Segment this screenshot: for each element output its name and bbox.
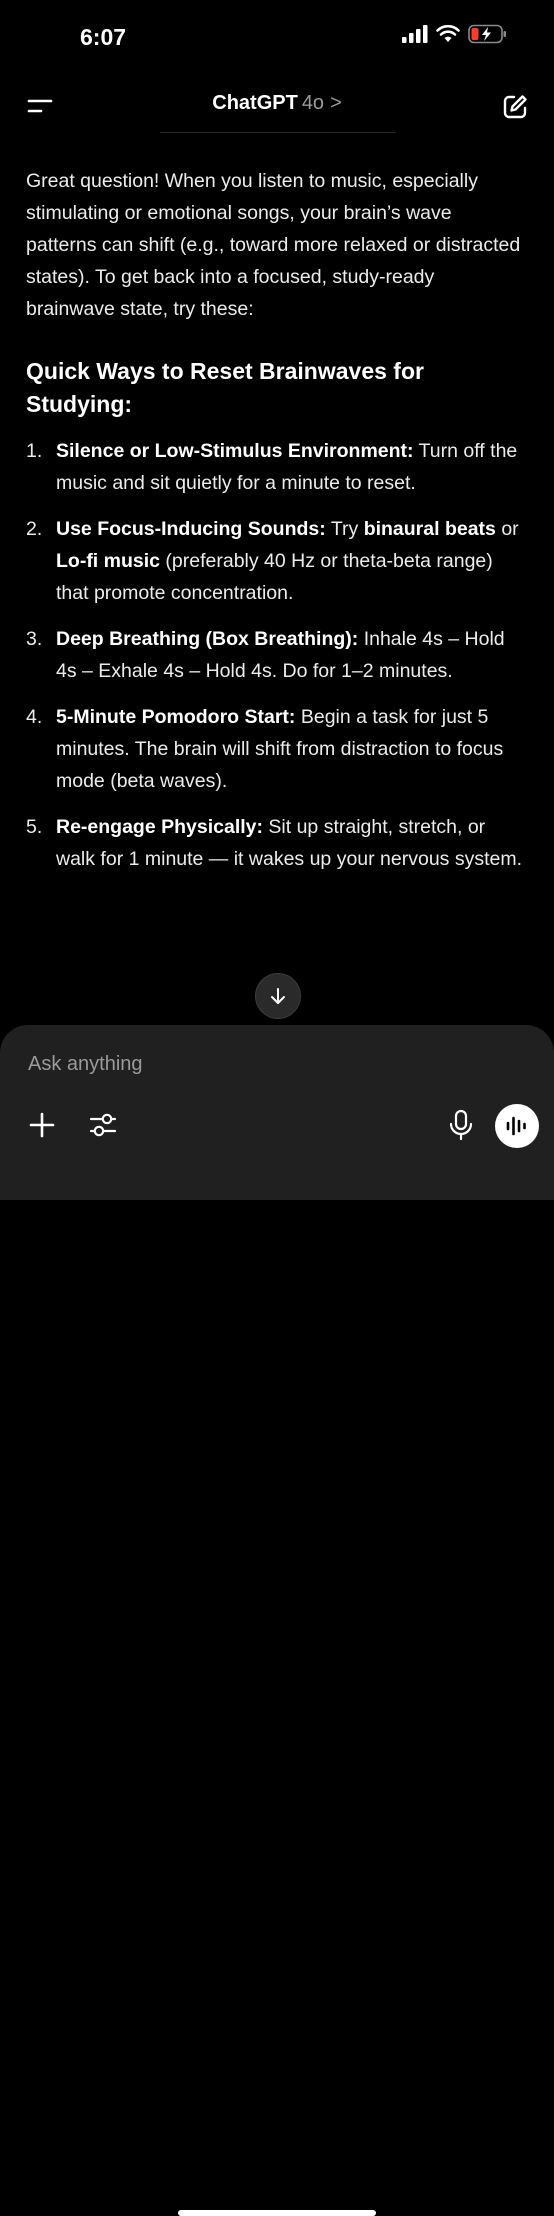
message-input[interactable]: Ask anything — [28, 1053, 143, 1076]
item-title: Re-engage Physically: — [56, 816, 263, 838]
composer: Ask anything — [0, 1025, 554, 2216]
top-bar: ChatGPT 4o > — [0, 80, 554, 134]
list-item: 5. Re-engage Physically: Sit up straight,… — [26, 811, 526, 875]
signal-icon — [402, 25, 428, 43]
item-number: 2. — [26, 518, 43, 540]
message-intro: Great question! When you listen to music… — [26, 170, 521, 320]
app-title: ChatGPT — [212, 92, 298, 114]
list-item: 3. Deep Breathing (Box Breathing): Inhale… — [26, 623, 526, 687]
list-item: 4. 5-Minute Pomodoro Start: Begin a task … — [26, 701, 526, 797]
scroll-to-bottom-button[interactable] — [255, 973, 301, 1019]
item-title: Silence or Low-Stimulus Environment: — [56, 440, 414, 462]
arrow-down-icon — [271, 988, 285, 1004]
model-label: 4o — [301, 92, 325, 114]
item-number: 1. — [26, 440, 43, 462]
item-text: Try — [325, 518, 364, 540]
item-number: 3. — [26, 628, 43, 650]
header-divider — [160, 132, 396, 133]
status-icons — [402, 24, 508, 44]
assistant-message: Great question! When you listen to music… — [26, 165, 526, 889]
tips-list: 1. Silence or Low-Stimulus Environment: T… — [26, 435, 526, 875]
item-text: or — [495, 518, 519, 540]
model-selector[interactable]: ChatGPT 4o > — [0, 92, 554, 115]
new-chat-icon[interactable] — [500, 92, 530, 122]
item-emphasis: binaural beats — [363, 518, 496, 540]
voice-mode-button[interactable] — [495, 1104, 539, 1148]
sliders-icon[interactable] — [88, 1111, 118, 1139]
item-title: 5-Minute Pomodoro Start: — [56, 706, 296, 728]
plus-icon[interactable] — [28, 1111, 56, 1139]
item-title: Use Focus-Inducing Sounds: — [56, 518, 326, 540]
microphone-icon[interactable] — [446, 1109, 476, 1141]
item-number: 4. — [26, 706, 43, 728]
voice-waveform-icon — [506, 1116, 526, 1136]
section-heading: Quick Ways to Reset Brainwaves for Study… — [26, 358, 424, 417]
list-item: 2. Use Focus-Inducing Sounds: Try binaura… — [26, 513, 526, 609]
list-item: 1. Silence or Low-Stimulus Environment: T… — [26, 435, 526, 499]
item-emphasis: Lo-fi music — [56, 550, 161, 572]
status-time: 6:07 — [80, 24, 127, 50]
item-number: 5. — [26, 816, 43, 838]
battery-charging-icon — [468, 24, 506, 44]
chevron-right-icon: > — [330, 92, 342, 114]
status-bar: 6:07 — [0, 0, 554, 76]
wifi-icon — [436, 25, 460, 42]
home-indicator — [178, 2210, 376, 2216]
item-title: Deep Breathing (Box Breathing): — [56, 628, 359, 650]
